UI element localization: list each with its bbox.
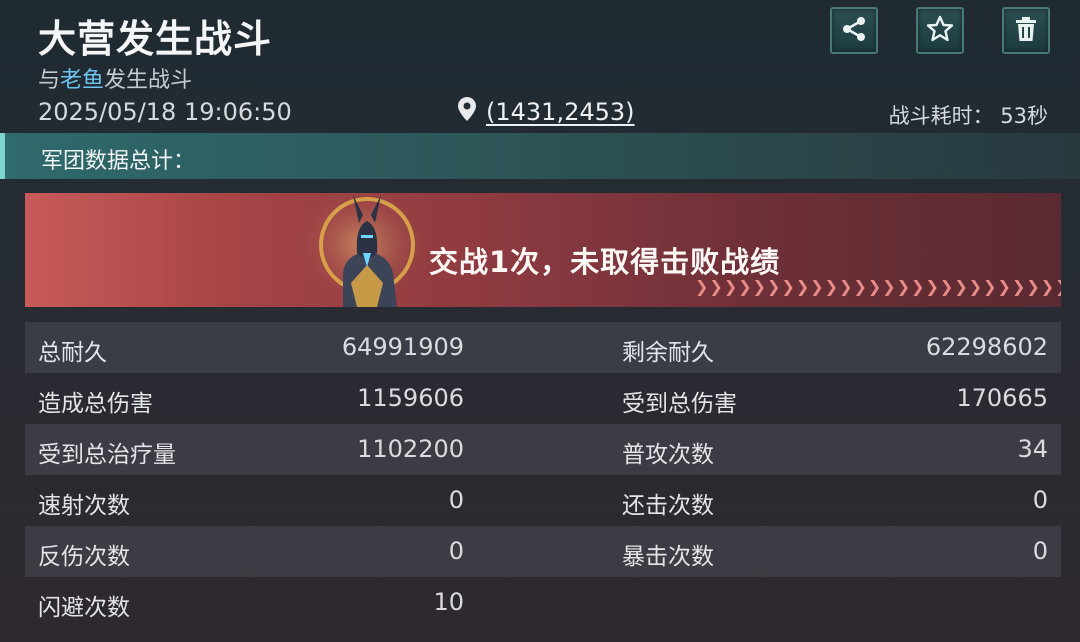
stat-value: 34: [1017, 435, 1048, 463]
battle-subtitle: 与老鱼发生战斗: [38, 62, 192, 94]
duration-label: 战斗耗时：: [888, 104, 994, 128]
trash-icon: [1011, 14, 1041, 48]
section-title: 军团数据总计：: [41, 149, 196, 174]
battle-result-message: 交战1次，未取得击败战绩: [429, 245, 781, 279]
section-header: 军团数据总计：: [0, 133, 1080, 179]
stat-label: 剩余耐久: [622, 340, 714, 366]
location-coordinates[interactable]: (1431,2453): [486, 98, 635, 126]
stats-row: 反伤次数 0 暴击次数 0: [25, 526, 1061, 577]
chevron-decoration: ❯❯❯❯❯❯❯❯❯❯❯❯❯❯❯❯❯❯❯❯❯❯❯❯❯❯❯❯❯❯❯❯: [695, 277, 1061, 296]
stat-value: 0: [1032, 537, 1048, 565]
battle-location-link[interactable]: (1431,2453): [458, 97, 635, 127]
stat-label: 普攻次数: [622, 442, 714, 468]
stat-value: 62298602: [925, 333, 1048, 361]
stats-row: 闪避次数 10: [25, 577, 1061, 628]
duration-value: 53秒: [1000, 104, 1048, 128]
stat-label: 速射次数: [38, 493, 130, 519]
stat-value: 10: [433, 588, 464, 616]
stats-row: 造成总伤害 1159606 受到总伤害 170665: [25, 373, 1061, 424]
stat-label: 受到总治疗量: [38, 442, 176, 468]
stat-label: 造成总伤害: [38, 391, 153, 417]
stat-label: 暴击次数: [622, 544, 714, 570]
subtitle-prefix: 与: [38, 68, 61, 93]
commander-portrait: [297, 193, 427, 307]
location-pin-icon: [458, 97, 476, 127]
battle-report-page: 大营发生战斗 与老鱼发生战斗 2025/05/18 19:06:50 (1431…: [0, 0, 1080, 642]
stat-value: 0: [1032, 486, 1048, 514]
share-button[interactable]: [830, 7, 878, 54]
stat-value: 1159606: [357, 384, 464, 412]
page-title: 大营发生战斗: [38, 17, 273, 61]
stat-label: 闪避次数: [38, 595, 130, 621]
stat-value: 0: [448, 537, 464, 565]
share-icon: [839, 14, 869, 48]
stat-value: 64991909: [341, 333, 464, 361]
stat-value: 0: [448, 486, 464, 514]
stats-table: 总耐久 64991909 剩余耐久 62298602 造成总伤害 1159606…: [25, 322, 1061, 628]
battle-result-banner: 交战1次，未取得击败战绩 ❯❯❯❯❯❯❯❯❯❯❯❯❯❯❯❯❯❯❯❯❯❯❯❯❯❯❯…: [25, 193, 1061, 307]
favorite-button[interactable]: [916, 7, 964, 54]
stat-label: 受到总伤害: [622, 391, 737, 417]
battle-duration: 战斗耗时： 53秒: [889, 100, 1048, 130]
stat-label: 反伤次数: [38, 544, 130, 570]
stat-label: 总耐久: [38, 340, 107, 366]
opponent-name[interactable]: 老鱼: [60, 68, 104, 93]
stats-row: 总耐久 64991909 剩余耐久 62298602: [25, 322, 1061, 373]
delete-button[interactable]: [1002, 7, 1050, 54]
battle-datetime: 2025/05/18 19:06:50: [38, 98, 292, 126]
stats-row: 速射次数 0 还击次数 0: [25, 475, 1061, 526]
star-icon: [925, 14, 955, 48]
stat-label: 还击次数: [622, 493, 714, 519]
stat-value: 1102200: [357, 435, 464, 463]
subtitle-suffix: 发生战斗: [104, 68, 193, 93]
stat-value: 170665: [956, 384, 1048, 412]
stats-row: 受到总治疗量 1102200 普攻次数 34: [25, 424, 1061, 475]
